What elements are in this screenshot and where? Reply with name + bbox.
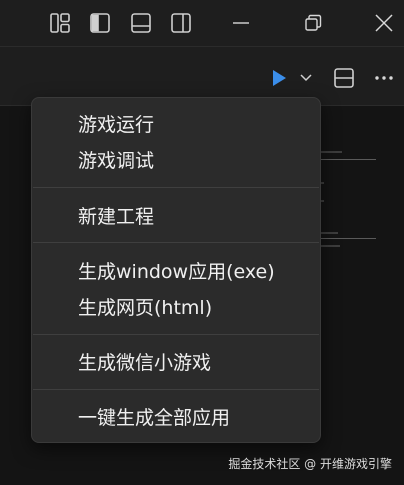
menu-item-build-wechat-minigame[interactable]: 生成微信小游戏 xyxy=(78,350,211,376)
menu-item-build-windows-exe[interactable]: 生成window应用(exe) xyxy=(78,259,275,285)
minimize-icon[interactable] xyxy=(230,12,252,34)
run-dropdown-menu: 游戏运行 游戏调试 新建工程 生成window应用(exe) 生成网页(html… xyxy=(31,97,321,443)
menu-item-game-run[interactable]: 游戏运行 xyxy=(78,112,154,138)
menu-separator xyxy=(33,242,319,243)
title-bar xyxy=(0,0,404,47)
restore-icon[interactable] xyxy=(302,12,324,34)
menu-item-build-html[interactable]: 生成网页(html) xyxy=(78,295,212,321)
menu-item-game-debug[interactable]: 游戏调试 xyxy=(78,148,154,174)
menu-separator xyxy=(33,187,319,188)
menu-item-new-project[interactable]: 新建工程 xyxy=(78,204,154,230)
run-dropdown-chevron-icon[interactable] xyxy=(299,72,313,84)
menu-item-build-all[interactable]: 一键生成全部应用 xyxy=(78,405,230,431)
more-actions-icon[interactable] xyxy=(373,72,395,84)
layout-customize-icon[interactable] xyxy=(49,12,71,34)
toggle-secondary-sidebar-icon[interactable] xyxy=(170,12,192,34)
toggle-primary-sidebar-icon[interactable] xyxy=(89,12,111,34)
menu-separator xyxy=(33,334,319,335)
menu-separator xyxy=(33,389,319,390)
split-editor-icon[interactable] xyxy=(333,67,355,89)
close-icon[interactable] xyxy=(373,12,395,34)
watermark: 掘金技术社区 @ 开维游戏引擎 xyxy=(228,457,392,471)
run-icon[interactable] xyxy=(270,68,288,88)
toggle-panel-icon[interactable] xyxy=(130,12,152,34)
